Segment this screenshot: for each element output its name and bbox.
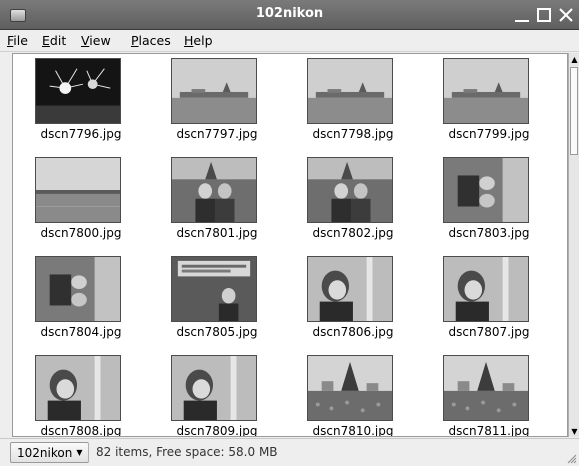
thumbnail-image[interactable] (443, 157, 529, 223)
file-item[interactable]: dscn7797.jpg (149, 54, 285, 153)
thumbnail-image[interactable] (35, 355, 121, 421)
menu-file[interactable]: File (7, 33, 28, 48)
chevron-down-icon: ▼ (76, 448, 83, 457)
thumbnail-image[interactable] (171, 355, 257, 421)
file-name-label[interactable]: dscn7810.jpg (285, 424, 421, 436)
thumbnail-image[interactable] (307, 58, 393, 124)
scroll-down-icon[interactable]: ▼ (570, 426, 579, 436)
thumbnail-image[interactable] (171, 157, 257, 223)
minimize-icon (515, 20, 529, 22)
close-icon (559, 8, 573, 22)
file-item[interactable]: dscn7804.jpg (13, 252, 149, 351)
lake-castle-icon (172, 59, 256, 123)
thumbnail-image[interactable] (443, 256, 529, 322)
file-item[interactable]: dscn7807.jpg (421, 252, 557, 351)
menu-places[interactable]: Places (131, 33, 171, 48)
thumbnail-image[interactable] (307, 256, 393, 322)
status-summary: 82 items, Free space: 58.0 MB (96, 445, 278, 459)
file-name-label[interactable]: dscn7805.jpg (149, 325, 285, 339)
file-item[interactable]: dscn7803.jpg (421, 153, 557, 252)
scroll-up-icon[interactable]: ▲ (570, 54, 579, 64)
file-item[interactable]: dscn7808.jpg (13, 351, 149, 436)
file-name-label[interactable]: dscn7807.jpg (421, 325, 557, 339)
file-item[interactable]: dscn7801.jpg (149, 153, 285, 252)
file-name-label[interactable]: dscn7796.jpg (13, 127, 149, 141)
status-divider (88, 443, 89, 462)
thumbnail-image[interactable] (171, 58, 257, 124)
close-button[interactable] (557, 6, 575, 24)
thumbnail-image[interactable] (307, 355, 393, 421)
file-item[interactable]: dscn7799.jpg (421, 54, 557, 153)
people-rotated-icon (444, 158, 528, 222)
people-photo-icon (308, 158, 392, 222)
maximize-icon (537, 8, 551, 22)
menu-bar: File Edit View Places Help (0, 30, 579, 52)
file-item[interactable]: dscn7798.jpg (285, 54, 421, 153)
lake-shore-icon (36, 158, 120, 222)
file-name-label[interactable]: dscn7802.jpg (285, 226, 421, 240)
thumbnail-image[interactable] (35, 256, 121, 322)
maximize-button[interactable] (535, 6, 553, 24)
file-name-label[interactable]: dscn7809.jpg (149, 424, 285, 436)
file-item[interactable]: dscn7809.jpg (149, 351, 285, 436)
location-label: 102nikon (17, 445, 73, 460)
people-closeup-icon (172, 356, 256, 420)
lake-castle-icon (308, 59, 392, 123)
file-item[interactable]: dscn7805.jpg (149, 252, 285, 351)
file-item[interactable]: dscn7811.jpg (421, 351, 557, 436)
file-item[interactable]: dscn7802.jpg (285, 153, 421, 252)
fireworks-night-icon (36, 59, 120, 123)
location-dropdown[interactable]: 102nikon ▼ (10, 442, 90, 463)
vertical-scrollbar[interactable]: ▲ ▼ (568, 53, 579, 437)
thumbnail-image[interactable] (443, 58, 529, 124)
menu-edit[interactable]: Edit (42, 33, 66, 48)
file-name-label[interactable]: dscn7798.jpg (285, 127, 421, 141)
file-name-label[interactable]: dscn7808.jpg (13, 424, 149, 436)
file-name-label[interactable]: dscn7799.jpg (421, 127, 557, 141)
thumbnail-image[interactable] (35, 157, 121, 223)
file-name-label[interactable]: dscn7811.jpg (421, 424, 557, 436)
thumbnail-image[interactable] (307, 157, 393, 223)
castle-crowd-icon (308, 356, 392, 420)
file-item[interactable]: dscn7810.jpg (285, 351, 421, 436)
minimize-button[interactable] (513, 6, 531, 24)
sign-people-icon (172, 257, 256, 321)
title-bar[interactable]: 102nikon (0, 0, 579, 30)
file-item[interactable]: dscn7806.jpg (285, 252, 421, 351)
file-grid: dscn7796.jpg dscn7797.jpg dscn7798.jpg dscn… (13, 54, 567, 436)
menu-help[interactable]: Help (184, 33, 213, 48)
people-photo-icon (172, 158, 256, 222)
file-name-label[interactable]: dscn7797.jpg (149, 127, 285, 141)
people-rotated-icon (36, 257, 120, 321)
file-name-label[interactable]: dscn7806.jpg (285, 325, 421, 339)
people-closeup-icon (308, 257, 392, 321)
window-title: 102nikon (255, 6, 324, 21)
file-name-label[interactable]: dscn7804.jpg (13, 325, 149, 339)
file-icon-view[interactable]: dscn7796.jpg dscn7797.jpg dscn7798.jpg dscn… (12, 53, 568, 437)
menu-view[interactable]: View (81, 33, 111, 48)
file-item[interactable]: dscn7800.jpg (13, 153, 149, 252)
scrollbar-thumb[interactable] (570, 67, 578, 155)
lake-castle-icon (444, 59, 528, 123)
people-closeup-icon (36, 356, 120, 420)
thumbnail-image[interactable] (35, 58, 121, 124)
thumbnail-image[interactable] (443, 355, 529, 421)
file-name-label[interactable]: dscn7800.jpg (13, 226, 149, 240)
thumbnail-image[interactable] (171, 256, 257, 322)
file-item[interactable]: dscn7796.jpg (13, 54, 149, 153)
status-bar: 102nikon ▼ 82 items, Free space: 58.0 MB (0, 438, 579, 466)
file-name-label[interactable]: dscn7803.jpg (421, 226, 557, 240)
resize-grip-icon[interactable] (565, 452, 577, 464)
file-manager-window: 102nikon File Edit View Places Help dscn… (0, 0, 579, 466)
castle-crowd-icon (444, 356, 528, 420)
file-name-label[interactable]: dscn7801.jpg (149, 226, 285, 240)
people-closeup-icon (444, 257, 528, 321)
